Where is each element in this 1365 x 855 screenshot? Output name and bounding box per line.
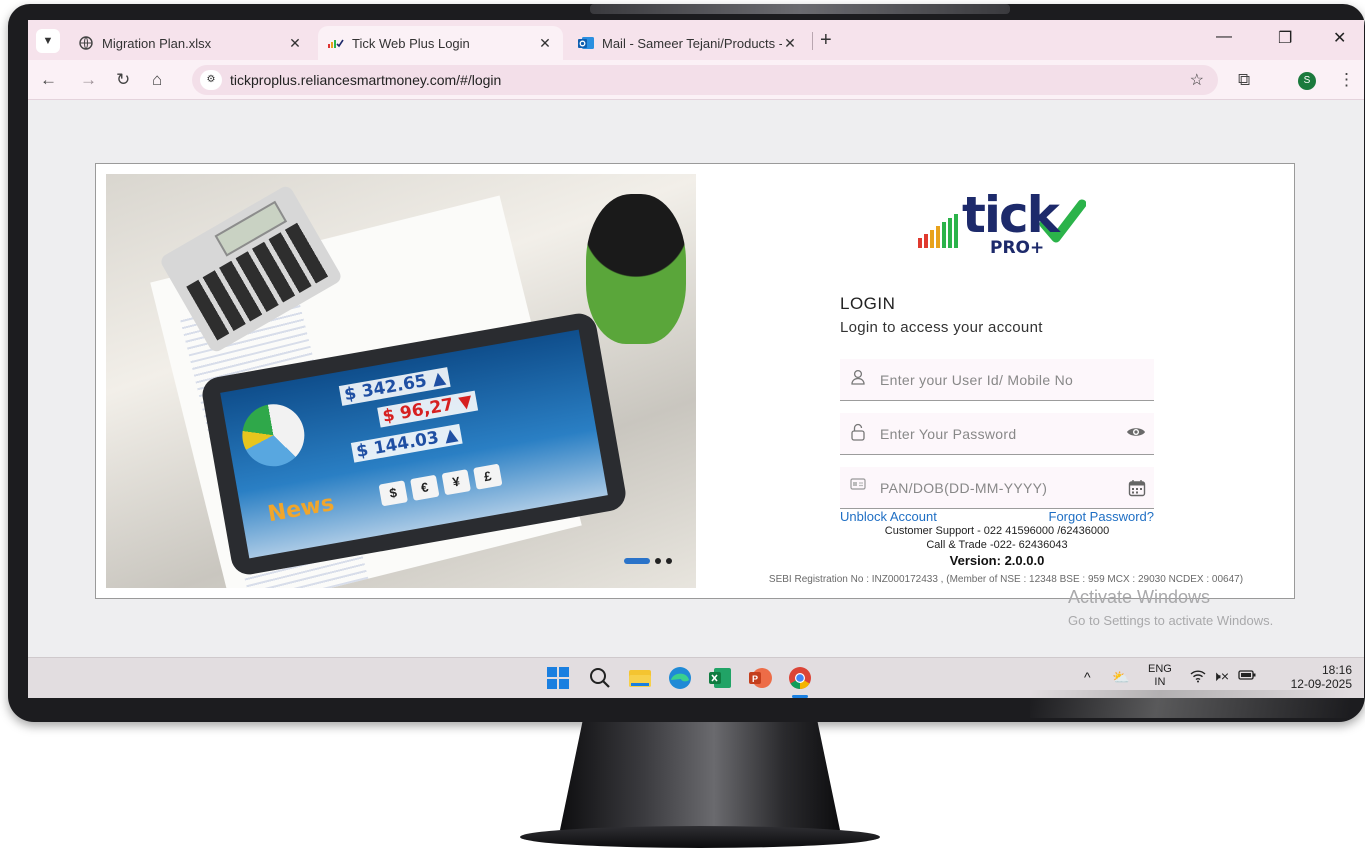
tab-mail[interactable]: Mail - Sameer Tejani/Products - ✕ xyxy=(568,26,808,60)
close-window-icon[interactable]: ✕ xyxy=(1333,28,1346,48)
hero-carousel-image: $ 342.65 ▲ $ 96,27 ▼ $ 144.03 ▲ News $ €… xyxy=(106,174,696,588)
login-heading: LOGIN xyxy=(840,294,896,313)
new-tab-button[interactable]: + xyxy=(820,29,832,52)
clock-date: 12-09-2025 xyxy=(1290,677,1352,691)
logo-badge: PRO+ xyxy=(990,238,1045,258)
login-form-area: tick PRO+ LOGIN Login to access your acc… xyxy=(696,164,1296,600)
monitor-highlight xyxy=(590,4,1010,14)
carousel-dot[interactable] xyxy=(655,558,661,564)
calendar-icon[interactable] xyxy=(1128,479,1146,501)
minimize-icon[interactable]: — xyxy=(1216,28,1232,46)
wifi-icon[interactable] xyxy=(1190,669,1206,686)
carousel-dot-active[interactable] xyxy=(624,558,650,564)
system-clock[interactable]: 18:16 12-09-2025 xyxy=(1272,663,1352,691)
cloud-off-icon[interactable]: ⛅ xyxy=(1112,669,1129,686)
currency-key: € xyxy=(410,474,440,501)
tab-search-button[interactable]: ▼ xyxy=(36,29,60,53)
browser-menu-icon[interactable]: ⋮ xyxy=(1338,70,1355,90)
language-indicator[interactable]: ENG IN xyxy=(1148,663,1172,689)
region-code: IN xyxy=(1154,676,1166,688)
password-field xyxy=(840,413,1154,455)
extensions-icon[interactable]: ⧉ xyxy=(1238,70,1250,90)
clock-time: 18:16 xyxy=(1321,663,1352,677)
price-label: $ 144.03 ▲ xyxy=(350,423,463,463)
language-code: ENG xyxy=(1148,663,1172,675)
user-id-field xyxy=(840,359,1154,401)
monitor-screen: ▼ Migration Plan.xlsx ✕ Tick Web Plus Lo… xyxy=(28,20,1364,698)
lock-icon xyxy=(850,423,866,446)
logo-wordmark: tick xyxy=(962,186,1060,244)
close-tab-icon[interactable]: ✕ xyxy=(287,35,303,52)
monitor-stand-base xyxy=(520,826,880,848)
activate-windows-subtitle: Go to Settings to activate Windows. xyxy=(1068,613,1274,628)
tab-title: Tick Web Plus Login xyxy=(352,35,470,51)
url-text[interactable]: tickproplus.reliancesmartmoney.com/#/log… xyxy=(230,72,501,88)
activate-windows-title: Activate Windows xyxy=(1068,587,1211,607)
password-input[interactable] xyxy=(880,422,1110,446)
tick-favicon xyxy=(328,35,344,51)
monitor-reflection xyxy=(1030,690,1350,718)
address-bar[interactable]: ⚙ tickproplus.reliancesmartmoney.com/#/l… xyxy=(192,65,1218,95)
pie-chart-graphic xyxy=(237,399,310,472)
login-card: $ 342.65 ▲ $ 96,27 ▼ $ 144.03 ▲ News $ €… xyxy=(95,163,1295,599)
user-id-input[interactable] xyxy=(880,368,1110,392)
browser-toolbar: ← → ↻ ⌂ ⚙ tickproplus.reliancesmartmoney… xyxy=(28,60,1364,100)
site-info-icon[interactable]: ⚙ xyxy=(200,70,222,90)
eye-icon[interactable] xyxy=(1126,425,1146,443)
customer-support-text: Customer Support - 022 41596000 /6243600… xyxy=(884,525,1110,537)
tab-separator xyxy=(812,32,813,50)
version-text: Version: 2.0.0.0 xyxy=(949,553,1045,568)
edge-browser-icon[interactable] xyxy=(668,666,692,690)
currency-key: £ xyxy=(473,463,503,490)
excel-icon[interactable] xyxy=(708,666,732,690)
volume-muted-icon[interactable]: 🕨× xyxy=(1212,668,1229,685)
active-app-indicator xyxy=(792,695,808,698)
powerpoint-icon[interactable]: P xyxy=(748,666,772,690)
profile-avatar[interactable]: S xyxy=(1298,72,1316,90)
browser-tab-strip: ▼ Migration Plan.xlsx ✕ Tick Web Plus Lo… xyxy=(28,20,1364,60)
coffee-mug-image xyxy=(586,194,686,344)
chrome-icon[interactable] xyxy=(788,666,812,690)
chevron-up-icon[interactable]: ^ xyxy=(1084,669,1091,685)
file-explorer-icon[interactable] xyxy=(628,666,652,690)
svg-text:P: P xyxy=(752,674,758,684)
tab-migration-plan[interactable]: Migration Plan.xlsx ✕ xyxy=(68,26,313,60)
pan-dob-field xyxy=(840,467,1154,509)
tab-title: Migration Plan.xlsx xyxy=(102,35,212,51)
currency-key: $ xyxy=(378,480,408,507)
search-icon[interactable] xyxy=(588,666,612,690)
desktop-scene: ▼ Migration Plan.xlsx ✕ Tick Web Plus Lo… xyxy=(0,0,1365,855)
carousel-indicators xyxy=(624,558,672,564)
windows-start-icon[interactable] xyxy=(546,666,570,690)
user-icon xyxy=(850,369,866,390)
globe-icon xyxy=(78,35,94,51)
reload-icon[interactable]: ↻ xyxy=(116,70,130,90)
activate-windows-watermark: Activate Windows Go to Settings to activ… xyxy=(1068,587,1273,628)
restore-icon[interactable]: ❐ xyxy=(1278,28,1292,48)
forward-icon[interactable]: → xyxy=(80,70,97,90)
back-icon[interactable]: ← xyxy=(40,70,57,90)
call-and-trade-text: Call & Trade -022- 62436043 xyxy=(926,539,1068,551)
news-label: News xyxy=(265,491,337,528)
tab-tick-web-plus-login[interactable]: Tick Web Plus Login ✕ xyxy=(318,26,563,60)
pan-dob-input[interactable] xyxy=(880,476,1110,500)
login-subheading: Login to access your account xyxy=(840,319,1043,336)
carousel-dot[interactable] xyxy=(666,558,672,564)
currency-key: ¥ xyxy=(441,469,471,496)
close-tab-icon[interactable]: ✕ xyxy=(782,35,798,52)
web-page: $ 342.65 ▲ $ 96,27 ▼ $ 144.03 ▲ News $ €… xyxy=(28,101,1364,657)
tab-title: Mail - Sameer Tejani/Products - xyxy=(602,35,782,51)
home-icon[interactable]: ⌂ xyxy=(152,70,162,90)
bookmark-star-icon[interactable]: ☆ xyxy=(1190,70,1204,90)
outlook-icon xyxy=(578,35,594,51)
monitor-stand xyxy=(560,722,840,830)
tick-pro-logo: tick PRO+ xyxy=(916,186,1087,262)
close-tab-icon[interactable]: ✕ xyxy=(537,35,553,52)
unblock-account-link[interactable]: Unblock Account xyxy=(840,509,937,524)
id-card-icon xyxy=(850,477,866,495)
battery-icon[interactable] xyxy=(1238,668,1256,684)
sebi-registration-text: SEBI Registration No : INZ000172433 , (M… xyxy=(768,574,1244,585)
forgot-password-link[interactable]: Forgot Password? xyxy=(1049,509,1155,524)
